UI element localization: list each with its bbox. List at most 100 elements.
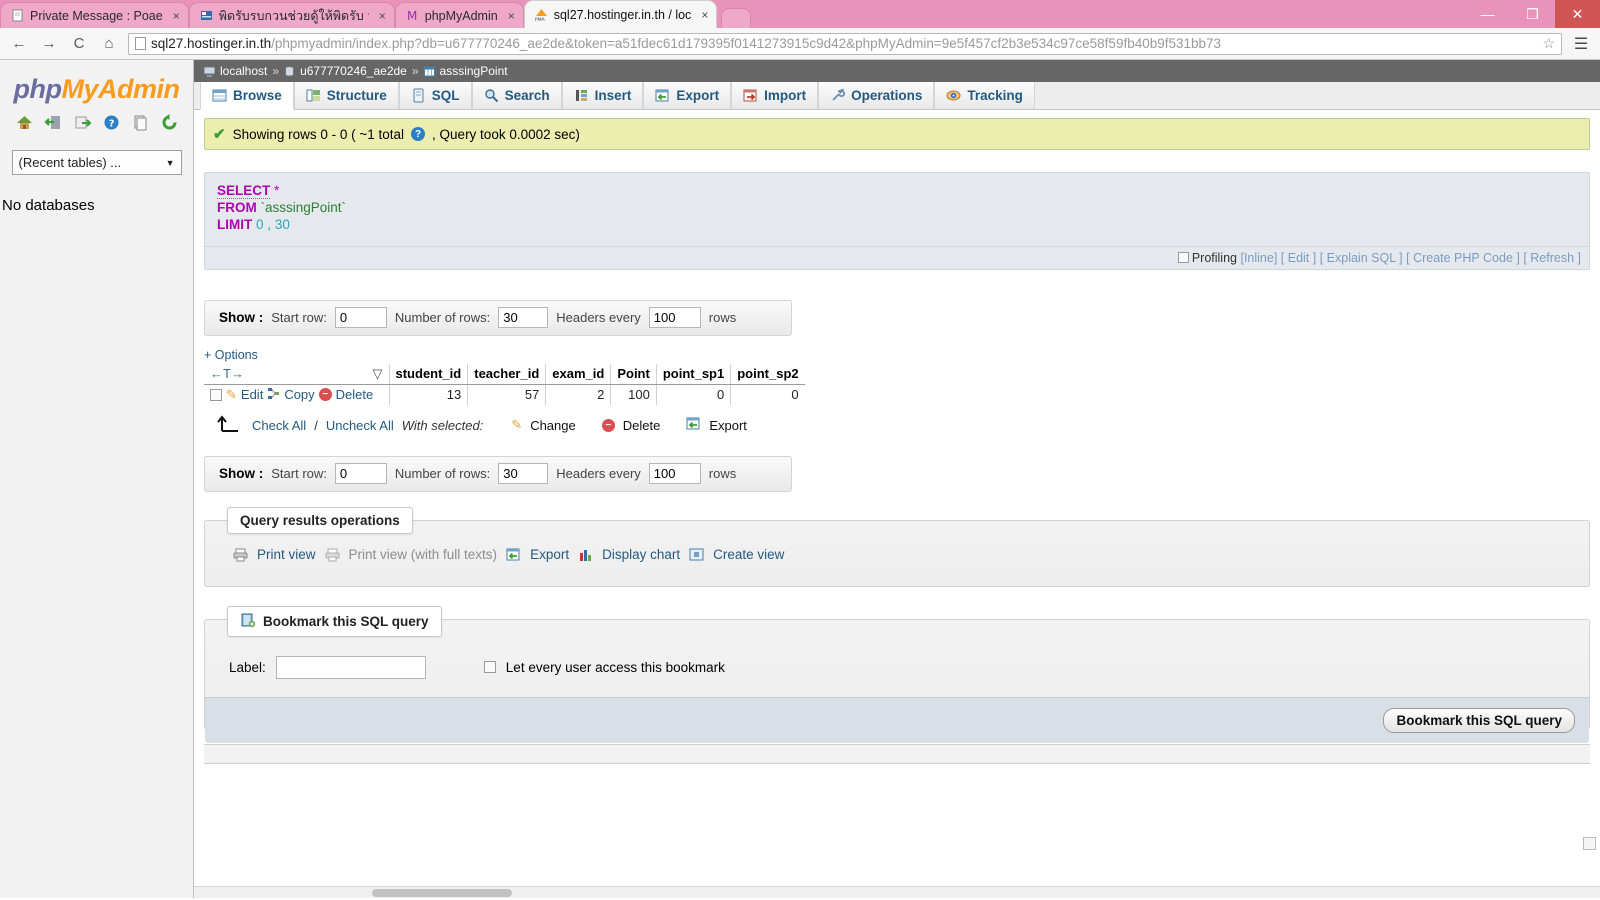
print-view-link[interactable]: Print view — [257, 547, 316, 562]
copy-row-link[interactable]: Copy — [284, 387, 314, 402]
options-toggle[interactable]: + Options — [204, 348, 1590, 362]
bookmark-star-icon[interactable]: ☆ — [1542, 35, 1555, 52]
panel-legend: Bookmark this SQL query — [227, 605, 442, 637]
tab-insert[interactable]: Insert — [561, 82, 644, 109]
export-selected-link[interactable]: Export — [709, 418, 747, 433]
browser-tab-3[interactable]: PMA sql27.hostinger.in.th / loc × — [523, 0, 718, 28]
delete-row-link[interactable]: Delete — [336, 387, 374, 402]
sql-table-identifier: `asssingPoint` — [260, 199, 347, 215]
minimize-button[interactable]: — — [1465, 0, 1510, 28]
row-actions-cell: ✎ Edit Copy − Delete — [204, 384, 389, 405]
close-window-button[interactable]: ✕ — [1555, 0, 1600, 28]
headers-every-input[interactable] — [648, 307, 701, 329]
column-header-teacher-id[interactable]: teacher_id — [467, 363, 546, 385]
tab-operations[interactable]: Operations — [818, 82, 935, 109]
change-selected-link[interactable]: Change — [530, 418, 576, 433]
chevron-down-icon[interactable]: ▽ — [373, 366, 383, 382]
explain-sql-link[interactable]: [ Explain SQL ] — [1320, 251, 1403, 265]
headers-every-input[interactable] — [648, 463, 701, 485]
home-icon[interactable]: ⌂ — [98, 33, 120, 55]
help-icon[interactable]: ? — [102, 113, 121, 132]
scrollbar-thumb[interactable] — [372, 889, 512, 897]
recent-tables-select[interactable]: (Recent tables) ... ▼ — [11, 150, 182, 175]
close-icon[interactable]: × — [173, 9, 180, 23]
close-icon[interactable]: × — [379, 9, 386, 23]
bookmark-public-checkbox[interactable] — [483, 661, 496, 674]
number-of-rows-input[interactable] — [498, 463, 549, 485]
browser-menu-icon[interactable]: ☰ — [1570, 34, 1592, 54]
resize-handle[interactable] — [1583, 837, 1596, 850]
home-icon[interactable] — [15, 113, 34, 132]
reload-icon[interactable]: C — [68, 33, 90, 55]
browser-tab-2[interactable]: M phpMyAdmin × — [394, 2, 524, 28]
bookmark-label-text: Label: — [229, 659, 266, 675]
display-chart-link[interactable]: Display chart — [602, 547, 680, 562]
breadcrumb-database[interactable]: u677770246_ae2de — [300, 64, 407, 78]
server-icon — [203, 66, 216, 77]
bookmark-label-row: Label: Let every user access this bookma… — [219, 655, 1575, 679]
profiling-checkbox[interactable] — [1177, 251, 1189, 263]
url-path: /phpmyadmin/index.php?db=u677770246_ae2d… — [271, 36, 1222, 51]
close-icon[interactable]: × — [701, 8, 708, 22]
start-row-input[interactable] — [334, 307, 387, 329]
tab-tracking[interactable]: Tracking — [934, 82, 1035, 109]
edit-row-link[interactable]: Edit — [241, 387, 263, 402]
rows-suffix-label: rows — [708, 466, 737, 482]
forum-icon — [200, 9, 213, 22]
new-tab-button[interactable] — [721, 8, 752, 28]
tab-label: Insert — [594, 88, 632, 103]
refresh-link[interactable]: [ Refresh ] — [1523, 251, 1581, 265]
sql-limit-comma: , — [267, 216, 272, 232]
tab-browse[interactable]: Browse — [200, 82, 294, 110]
export-link[interactable]: Export — [530, 547, 569, 562]
tab-export[interactable]: Export — [643, 82, 732, 109]
maximize-button[interactable]: ❐ — [1510, 0, 1555, 28]
create-php-code-link[interactable]: [ Create PHP Code ] — [1406, 251, 1520, 265]
tab-sql[interactable]: SQL — [398, 82, 472, 109]
tab-structure[interactable]: Structure — [293, 82, 399, 109]
bookmark-footer: Bookmark this SQL query — [205, 696, 1589, 743]
tab-import[interactable]: Import — [731, 82, 819, 109]
edit-link[interactable]: [ Edit ] — [1281, 251, 1316, 265]
uncheck-all-link[interactable]: Uncheck All — [326, 418, 394, 433]
column-header-point-sp2[interactable]: point_sp2 — [730, 363, 805, 385]
copy-icon — [267, 387, 280, 403]
phpmyadmin-logo[interactable]: phpMyAdmin — [8, 74, 185, 105]
browser-tab-1[interactable]: พิดรับรบกวนช่วยดู้ให้พิดรับ ว่า × — [188, 2, 395, 28]
print-view-full-texts-link[interactable]: Print view (with full texts) — [349, 547, 498, 562]
export-icon — [655, 88, 670, 103]
forward-icon[interactable]: → — [38, 33, 60, 55]
row-checkbox[interactable] — [210, 388, 222, 401]
check-all-link[interactable]: Check All — [252, 418, 306, 433]
bookmark-submit-button[interactable]: Bookmark this SQL query — [1383, 707, 1575, 733]
reload-icon[interactable] — [160, 113, 179, 132]
docs-icon[interactable] — [131, 113, 150, 132]
horizontal-scrollbar[interactable] — [194, 886, 1600, 898]
breadcrumb-table[interactable]: asssingPoint — [440, 64, 508, 78]
browser-toolbar: ← → C ⌂ sql27.hostinger.in.th/phpmyadmin… — [0, 28, 1600, 60]
logout-icon[interactable] — [43, 113, 63, 132]
delete-selected-link[interactable]: Delete — [623, 418, 661, 433]
bookmark-label-input[interactable] — [275, 655, 426, 679]
tab-search[interactable]: Search — [471, 82, 562, 109]
start-row-input[interactable] — [334, 463, 387, 485]
column-header-exam-id[interactable]: exam_id — [545, 363, 611, 385]
browser-tab-0[interactable]: Private Message : Poae × — [0, 2, 189, 28]
column-header-student-id[interactable]: student_id — [388, 363, 468, 385]
address-bar[interactable]: sql27.hostinger.in.th/phpmyadmin/index.p… — [128, 32, 1562, 55]
back-icon[interactable]: ← — [8, 33, 30, 55]
number-of-rows-input[interactable] — [498, 307, 549, 329]
column-header-point-sp1[interactable]: point_sp1 — [655, 363, 731, 385]
help-icon[interactable]: ? — [411, 127, 426, 141]
bookmark-icon — [240, 612, 256, 631]
column-header-point[interactable]: Point — [610, 363, 657, 385]
create-view-link[interactable]: Create view — [713, 547, 784, 562]
import-icon — [743, 88, 758, 103]
tab-label: Import — [764, 88, 807, 103]
rows-text: Showing rows 0 - 0 ( ~1 total — [232, 126, 405, 142]
inline-link[interactable]: [Inline] — [1240, 251, 1277, 265]
tab-label: Export — [676, 88, 720, 103]
close-icon[interactable]: × — [508, 9, 515, 23]
export-icon[interactable] — [73, 113, 92, 132]
breadcrumb-server[interactable]: localhost — [220, 64, 267, 78]
